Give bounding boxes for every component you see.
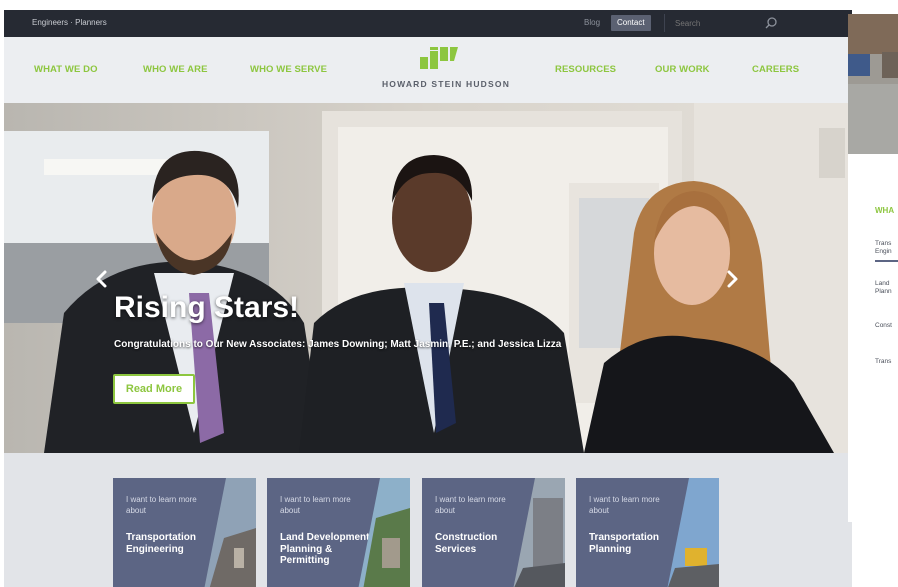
side-panel-item[interactable]: Trans	[875, 240, 891, 248]
card-title: Transportation Planning	[589, 532, 660, 555]
nav-what-we-do[interactable]: WHAT WE DO	[34, 64, 98, 75]
search-icon[interactable]	[764, 16, 778, 30]
card-photo	[667, 478, 719, 587]
hero-title: Rising Stars!	[114, 291, 300, 324]
card-photo	[204, 478, 256, 587]
search-input[interactable]	[664, 14, 774, 32]
card-title: Transportation Engineering	[126, 532, 197, 555]
logo-text: HOWARD STEIN HUDSON	[381, 79, 511, 89]
side-panel-item[interactable]: Plann	[875, 288, 892, 296]
hero-slider: Rising Stars! Congratulations to Our New…	[4, 103, 852, 453]
chevron-right-icon[interactable]	[722, 269, 742, 289]
card-title: Land Development Planning & Permitting	[280, 532, 370, 566]
card-intro: I want to learn more about	[435, 495, 506, 515]
card-intro: I want to learn more about	[589, 495, 660, 515]
side-panel-heading: WHA	[875, 206, 895, 215]
street-photo	[848, 14, 898, 154]
card-intro: I want to learn more about	[280, 495, 351, 515]
card-construction-services[interactable]: I want to learn more about Construction …	[422, 478, 565, 587]
side-panel-item[interactable]: Engin	[875, 248, 892, 256]
card-transportation-planning[interactable]: I want to learn more about Transportatio…	[576, 478, 719, 587]
top-bar: Engineers · Planners Blog Contact	[4, 10, 852, 37]
card-photo	[358, 478, 410, 587]
contact-button[interactable]: Contact	[611, 15, 651, 31]
side-panel-item[interactable]: Land	[875, 280, 889, 288]
hero-subtitle: Congratulations to Our New Associates: J…	[114, 339, 562, 350]
card-intro: I want to learn more about	[126, 495, 197, 515]
card-transportation-engineering[interactable]: I want to learn more about Transportatio…	[113, 478, 256, 587]
side-panel: WHA Trans Engin Land Plann Const Trans	[848, 154, 898, 522]
side-panel-item[interactable]: Const	[875, 322, 892, 330]
website-page: Engineers · Planners Blog Contact WHAT W…	[4, 10, 852, 587]
nav-who-we-serve[interactable]: WHO WE SERVE	[250, 64, 327, 75]
card-photo	[513, 478, 565, 587]
main-nav: WHAT WE DO WHO WE ARE WHO WE SERVE HOWAR…	[4, 37, 852, 103]
service-cards: I want to learn more about Transportatio…	[4, 453, 852, 587]
logo-mark-icon	[420, 47, 458, 69]
blog-link[interactable]: Blog	[584, 18, 600, 27]
company-logo[interactable]: HOWARD STEIN HUDSON	[372, 47, 532, 95]
nav-our-work[interactable]: OUR WORK	[655, 64, 710, 75]
active-indicator	[875, 260, 898, 262]
nav-who-we-are[interactable]: WHO WE ARE	[143, 64, 208, 75]
nav-resources[interactable]: RESOURCES	[555, 64, 616, 75]
chevron-left-icon[interactable]	[92, 269, 112, 289]
nav-careers[interactable]: CAREERS	[752, 64, 799, 75]
tagline: Engineers · Planners	[32, 18, 107, 27]
side-photo	[848, 14, 898, 154]
read-more-button[interactable]: Read More	[113, 374, 195, 404]
card-land-development[interactable]: I want to learn more about Land Developm…	[267, 478, 410, 587]
card-title: Construction Services	[435, 532, 498, 555]
side-panel-item[interactable]: Trans	[875, 358, 891, 366]
